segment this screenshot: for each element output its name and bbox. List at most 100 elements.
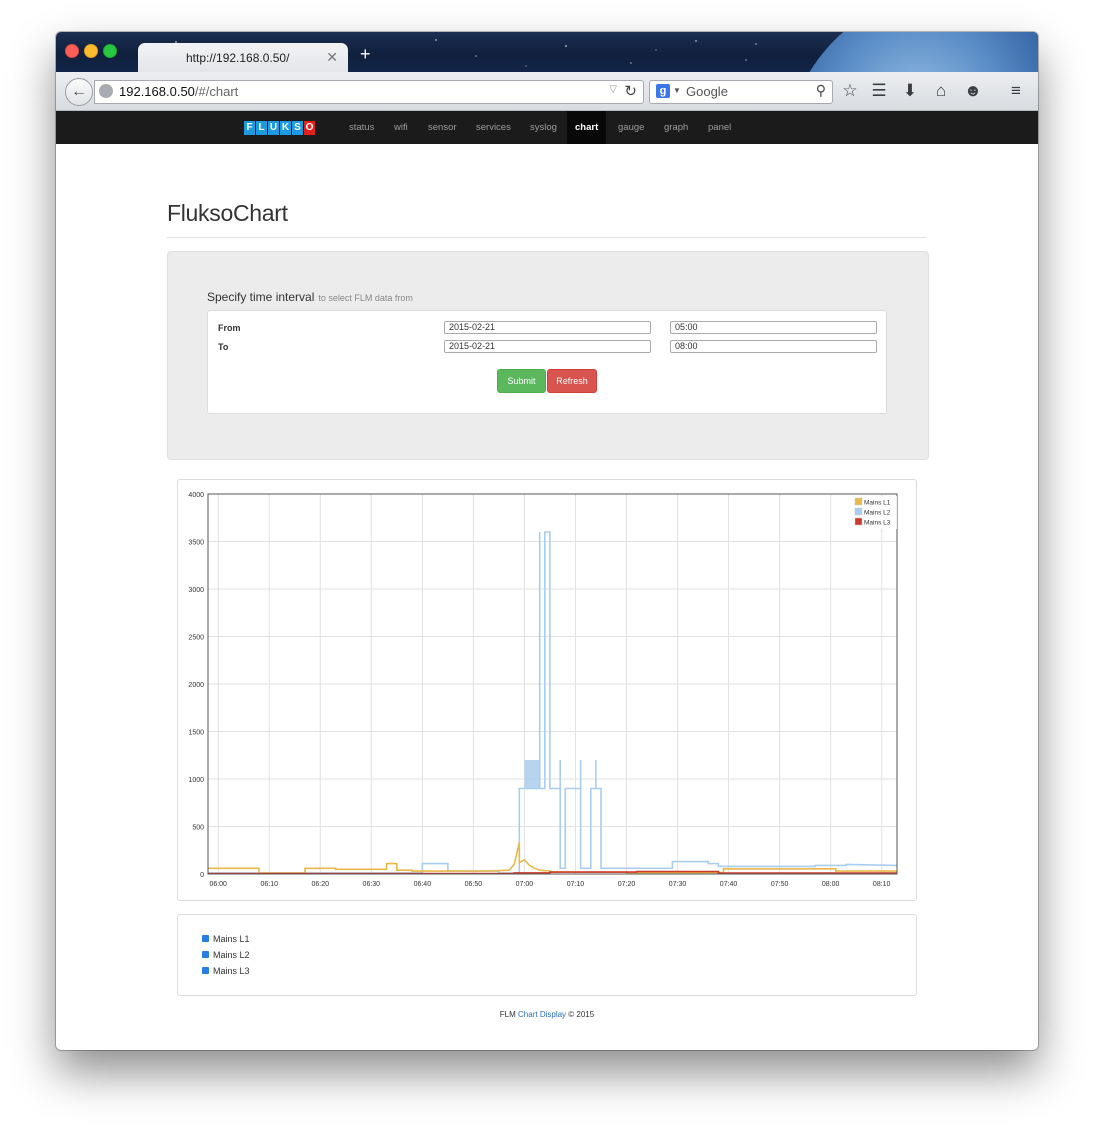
tab-close-icon[interactable]: ✕ [326, 49, 338, 66]
series-toggle-l2[interactable]: Mains L2 [202, 950, 250, 960]
series-l2-burst-fill [524, 760, 540, 789]
back-arrow-icon: ← [71, 83, 87, 100]
search-placeholder: Google [686, 84, 728, 99]
footer-link[interactable]: Chart Display [518, 1010, 566, 1019]
app-navbar: FLUKSO status wifi sensor services syslo… [56, 111, 1038, 144]
home-icon[interactable]: ⌂ [931, 81, 951, 101]
logo-letter: K [280, 121, 291, 135]
tab-title: http://192.168.0.50/ [186, 51, 290, 65]
x-tick-label: 06:30 [363, 881, 381, 888]
x-tick-label: 08:10 [873, 881, 891, 888]
footer-suffix: © 2015 [568, 1010, 595, 1019]
series-label: Mains L3 [213, 966, 250, 976]
interval-subtitle: to select FLM data from [318, 293, 413, 303]
x-tick-label: 06:50 [465, 881, 483, 888]
nav-status[interactable]: status [341, 111, 382, 144]
nav-services[interactable]: services [468, 111, 519, 144]
bookmark-star-icon[interactable]: ☆ [840, 81, 860, 101]
x-tick-label: 08:00 [822, 881, 840, 888]
google-icon[interactable]: g [656, 84, 670, 98]
checkbox[interactable] [202, 967, 209, 975]
url-path: /#/chart [194, 84, 239, 99]
legend-label: Mains L1 [864, 500, 891, 507]
search-bar[interactable]: g ▼ Google ⚲ [649, 80, 833, 104]
nav-gauge[interactable]: gauge [610, 111, 652, 144]
browser-toolbar: ← 192.168.0.50/#/chart ▽ ↻ g ▼ Google ⚲ … [56, 72, 1038, 111]
series-toggle-l3[interactable]: Mains L3 [202, 966, 250, 976]
x-tick-label: 07:50 [771, 881, 789, 888]
nav-syslog[interactable]: syslog [522, 111, 565, 144]
flukso-logo[interactable]: FLUKSO [244, 121, 316, 135]
refresh-button[interactable]: Refresh [547, 369, 597, 393]
checkbox[interactable] [202, 951, 209, 959]
series-toggle-panel [177, 914, 917, 996]
y-tick-label: 3000 [188, 587, 204, 594]
x-tick-label: 07:00 [516, 881, 534, 888]
power-chart[interactable]: 0 500 1000 1500 2000 2500 3000 3500 4000 06:00 06:… [177, 479, 915, 899]
series-label: Mains L1 [213, 934, 250, 944]
minimize-window-button[interactable] [84, 44, 98, 58]
globe-icon [99, 84, 113, 98]
legend-swatch [854, 507, 863, 516]
logo-letter: L [256, 121, 267, 135]
x-tick-label: 06:00 [209, 881, 227, 888]
browser-titlebar: http://192.168.0.50/ ✕ + [56, 32, 1038, 72]
page-title: FluksoChart [167, 200, 288, 226]
url-bar[interactable]: 192.168.0.50/#/chart ▽ ↻ [94, 80, 644, 104]
browser-window: http://192.168.0.50/ ✕ + ← 192.168.0.50/… [56, 32, 1038, 1050]
x-tick-label: 06:10 [260, 881, 278, 888]
to-date-input[interactable] [444, 340, 651, 353]
footer: FLM Chart Display © 2015 [56, 1010, 1038, 1019]
submit-button[interactable]: Submit [497, 369, 546, 393]
logo-letter: S [292, 121, 303, 135]
nav-chart[interactable]: chart [567, 111, 607, 144]
back-button[interactable]: ← [65, 78, 93, 106]
checkbox[interactable] [202, 935, 209, 943]
history-dropdown-icon[interactable]: ▽ [609, 84, 617, 95]
engine-dropdown-icon[interactable]: ▼ [673, 86, 681, 95]
search-icon[interactable]: ⚲ [816, 82, 826, 99]
series-label: Mains L2 [213, 950, 250, 960]
reload-icon[interactable]: ↻ [624, 82, 637, 100]
interval-title: Specify time interval [207, 290, 315, 304]
download-icon[interactable]: ⬇ [900, 81, 920, 101]
y-tick-label: 4000 [188, 492, 204, 499]
y-tick-label: 2500 [188, 635, 204, 642]
logo-letter: U [268, 121, 279, 135]
reading-list-icon[interactable]: ☰ [869, 81, 889, 101]
legend-label: Mains L3 [864, 520, 891, 527]
nav-graph[interactable]: graph [656, 111, 696, 144]
y-tick-label: 1000 [188, 777, 204, 784]
browser-tab[interactable]: http://192.168.0.50/ ✕ [138, 43, 348, 72]
close-window-button[interactable] [65, 44, 79, 58]
to-label: To [218, 342, 229, 352]
x-tick-label: 07:40 [720, 881, 738, 888]
y-tick-label: 2000 [188, 682, 204, 689]
legend-swatch [854, 517, 863, 526]
from-label: From [218, 323, 241, 333]
y-tick-label: 0 [200, 872, 204, 879]
nav-panel[interactable]: panel [700, 111, 739, 144]
nav-wifi[interactable]: wifi [386, 111, 416, 144]
legend-swatch [854, 497, 863, 506]
smiley-icon[interactable]: ☻ [963, 81, 983, 101]
from-time-input[interactable] [670, 321, 877, 334]
interval-heading: Specify time interval to select FLM data … [207, 290, 413, 304]
new-tab-icon[interactable]: + [360, 44, 371, 65]
x-tick-label: 06:40 [414, 881, 432, 888]
url-text: 192.168.0.50/#/chart [119, 84, 238, 99]
y-tick-label: 500 [192, 825, 204, 832]
logo-letter: O [304, 121, 315, 135]
x-tick-label: 07:30 [669, 881, 687, 888]
x-tick-label: 07:20 [618, 881, 636, 888]
from-date-input[interactable] [444, 321, 651, 334]
nav-sensor[interactable]: sensor [420, 111, 465, 144]
footer-prefix: FLM [499, 1010, 516, 1019]
menu-icon[interactable]: ≡ [1006, 81, 1026, 101]
title-divider [167, 237, 927, 238]
y-tick-label: 3500 [188, 540, 204, 547]
to-time-input[interactable] [670, 340, 877, 353]
x-tick-label: 06:20 [312, 881, 330, 888]
zoom-window-button[interactable] [103, 44, 117, 58]
series-toggle-l1[interactable]: Mains L1 [202, 934, 250, 944]
